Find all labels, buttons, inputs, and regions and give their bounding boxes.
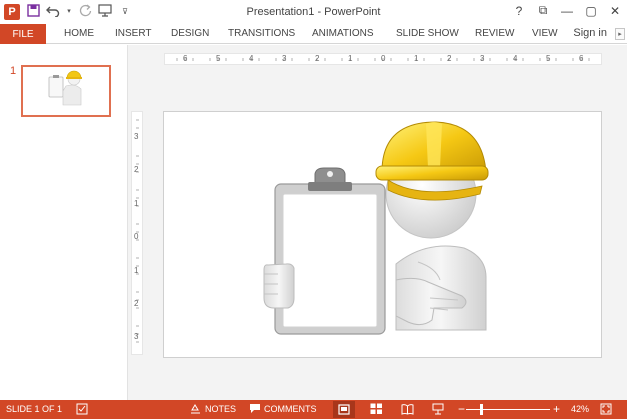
spell-check-icon[interactable]	[76, 403, 88, 418]
ruler-label: 6	[579, 54, 584, 63]
zoom-level[interactable]: 42%	[571, 404, 589, 414]
ruler-label: 0	[134, 232, 139, 241]
expand-ribbon-icon[interactable]: ▸	[615, 28, 625, 40]
slide-show-view-icon[interactable]	[432, 403, 444, 418]
sign-in-link[interactable]: Sign in	[573, 27, 607, 39]
normal-view-button[interactable]	[333, 401, 355, 418]
comments-button[interactable]: COMMENTS	[264, 404, 317, 414]
ruler-label: 2	[134, 165, 139, 174]
zoom-slider-track[interactable]	[466, 409, 550, 410]
comments-icon[interactable]	[249, 403, 261, 417]
ruler-label: 2	[134, 299, 139, 308]
tab-insert[interactable]: INSERT	[115, 28, 152, 39]
horizontal-ruler: 6 5 4 3 2 1 0 1 2 3 4 5 6	[164, 53, 602, 65]
ruler-label: 3	[134, 332, 139, 341]
window-controls: ? ⧉ — ▢ ✕	[513, 3, 621, 18]
fit-slide-to-window-icon[interactable]	[600, 403, 612, 418]
tab-slide-show[interactable]: SLIDE SHOW	[396, 28, 459, 39]
status-bar: SLIDE 1 OF 1 NOTES COMMENTS − + 42%	[0, 400, 627, 419]
tab-animations[interactable]: ANIMATIONS	[312, 28, 373, 39]
slide-thumbnail-pane: 1	[0, 45, 128, 400]
zoom-slider-thumb[interactable]	[479, 404, 483, 415]
ruler-label: 6	[183, 54, 188, 63]
ruler-label: 3	[282, 54, 287, 63]
ruler-label: 5	[216, 54, 221, 63]
ruler-label: 1	[134, 199, 139, 208]
tab-design[interactable]: DESIGN	[171, 28, 209, 39]
thumbnail-number: 1	[10, 65, 17, 77]
ruler-label: 3	[134, 132, 139, 141]
ruler-label: 1	[414, 54, 419, 63]
title-bar: P ▾ ⊽ Presentation1 - PowerPoint ? ⧉ — ▢…	[0, 0, 627, 24]
ribbon-display-options-icon[interactable]: ⧉	[537, 3, 549, 18]
vertical-ruler: 3 2 1 0 1 2 3	[131, 111, 143, 355]
notes-button[interactable]: NOTES	[205, 404, 236, 414]
slide-editor: 6 5 4 3 2 1 0 1 2 3 4 5 6 3 2 1 0 1 2 3	[128, 45, 627, 400]
ruler-label: 5	[546, 54, 551, 63]
help-icon[interactable]: ?	[513, 4, 525, 18]
minimize-icon[interactable]: —	[561, 4, 573, 18]
close-icon[interactable]: ✕	[609, 4, 621, 18]
slide-count: SLIDE 1 OF 1	[6, 404, 63, 414]
restore-icon[interactable]: ▢	[585, 4, 597, 18]
reading-view-icon[interactable]	[401, 403, 414, 418]
ruler-label: 1	[348, 54, 353, 63]
notes-icon[interactable]	[190, 403, 201, 417]
tab-view[interactable]: VIEW	[532, 28, 558, 39]
slide-thumbnail[interactable]	[21, 65, 111, 117]
ruler-label: 2	[447, 54, 452, 63]
slide-canvas[interactable]	[163, 111, 602, 358]
ruler-label: 1	[134, 266, 139, 275]
slide-sorter-view-icon[interactable]	[370, 403, 383, 418]
ribbon-tab-bar: FILE HOME INSERT DESIGN TRANSITIONS ANIM…	[0, 24, 627, 44]
tab-review[interactable]: REVIEW	[475, 28, 514, 39]
ruler-label: 0	[381, 54, 386, 63]
ruler-label: 4	[513, 54, 518, 63]
zoom-out-button[interactable]: −	[458, 402, 465, 416]
ruler-label: 4	[249, 54, 254, 63]
tab-file[interactable]: FILE	[0, 24, 46, 44]
ruler-label: 2	[315, 54, 320, 63]
clipboard-worker-illustration[interactable]	[164, 112, 601, 357]
tab-home[interactable]: HOME	[64, 28, 94, 39]
tab-transitions[interactable]: TRANSITIONS	[228, 28, 295, 39]
ruler-label: 3	[480, 54, 485, 63]
zoom-in-button[interactable]: +	[553, 402, 560, 416]
thumbnail-illustration	[48, 70, 82, 106]
